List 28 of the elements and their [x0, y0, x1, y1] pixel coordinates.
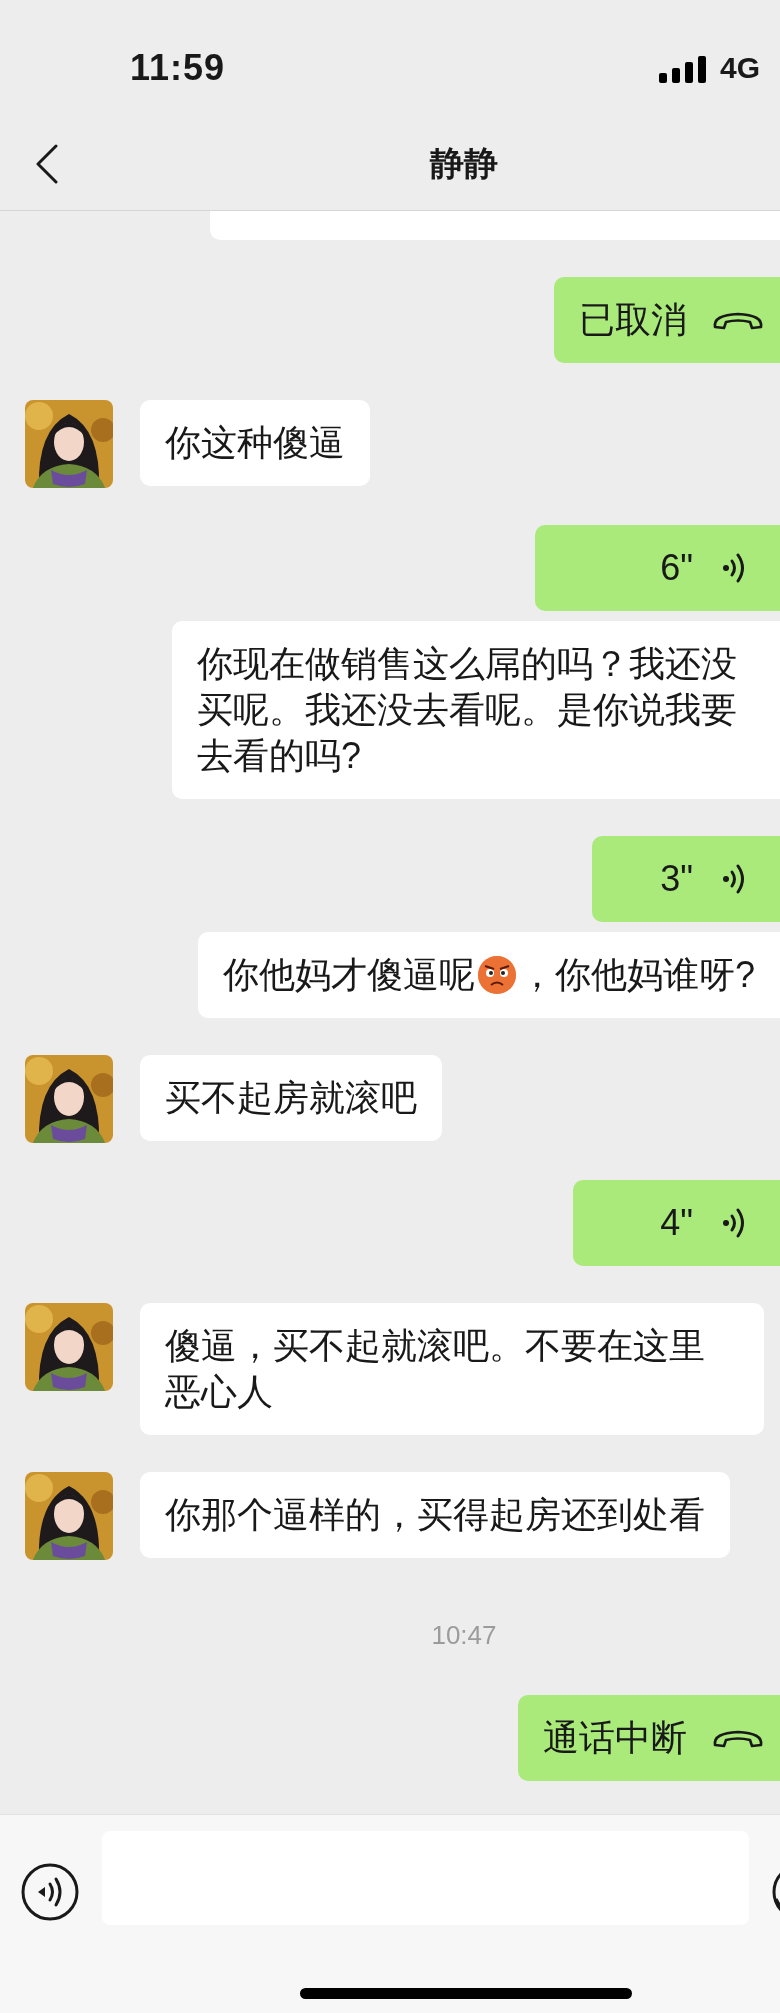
message-bubble: 买不起房就滚吧	[140, 1055, 442, 1141]
voice-icon	[721, 862, 745, 896]
message-bubble: 傻逼，买不起就滚吧。不要在这里恶心人	[140, 1303, 764, 1435]
voice-duration: 6"	[660, 546, 693, 590]
call-bubble[interactable]: 通话中断	[518, 1695, 780, 1781]
transcript-text: ，你他妈谁呀?	[518, 953, 755, 997]
back-icon[interactable]	[35, 144, 59, 184]
call-status: 通话中断	[543, 1716, 687, 1760]
voice-icon	[721, 1206, 745, 1240]
voice-duration: 3"	[660, 857, 693, 901]
voice-message[interactable]: 6"	[535, 525, 780, 611]
message-bubble: 你这种傻逼	[140, 400, 370, 486]
message-bubble: 你那个逼样的，买得起房还到处看	[140, 1472, 730, 1558]
angry-face-icon	[476, 955, 517, 995]
voice-input-icon[interactable]	[21, 1863, 79, 1921]
status-time: 11:59	[130, 46, 226, 90]
voice-icon	[721, 551, 745, 585]
voice-duration: 4"	[660, 1201, 693, 1245]
network-label: 4G	[720, 50, 761, 86]
call-bubble[interactable]: 已取消	[554, 277, 780, 363]
timestamp: 10:47	[431, 1620, 497, 1650]
transcript-text: 你他妈才傻逼呢	[222, 953, 475, 997]
voice-message[interactable]: 4"	[573, 1180, 780, 1266]
transcript-text: 你现在做销售这么屌的吗？我还没买呢。我还没去看呢。是你说我要去看的吗?	[197, 643, 737, 776]
chat-title: 静静	[430, 143, 498, 184]
signal-icon	[659, 56, 707, 83]
call-status: 已取消	[579, 298, 687, 342]
voice-message[interactable]: 3"	[592, 836, 780, 922]
